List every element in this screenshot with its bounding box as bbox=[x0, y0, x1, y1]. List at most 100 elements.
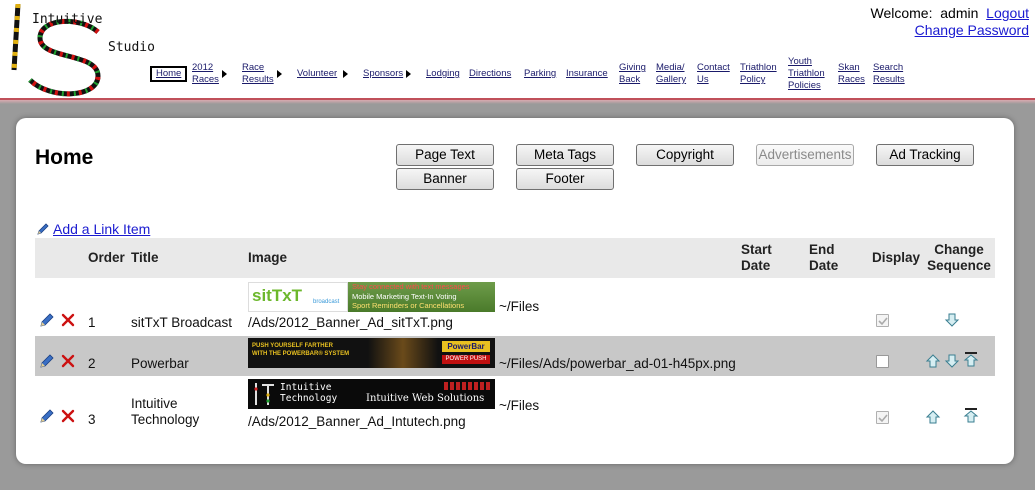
nav-sponsors-arrow-icon[interactable] bbox=[406, 70, 411, 78]
content-panel: Home Page Text Meta Tags Copyright Adver… bbox=[16, 118, 1014, 464]
intutech-name-line1: Intuitive bbox=[280, 382, 332, 393]
delete-x-icon[interactable] bbox=[60, 408, 76, 424]
banner-button[interactable]: Banner bbox=[396, 168, 494, 190]
nav-insurance[interactable]: Insurance bbox=[566, 68, 608, 80]
display-checkbox bbox=[876, 411, 889, 424]
col-change-sequence-line2: Sequence bbox=[927, 258, 991, 273]
nav-race-results[interactable]: Race Results bbox=[242, 62, 274, 86]
nav-youth-line1: Youth bbox=[788, 56, 812, 67]
nav-triathlon-policy-line1: Triathlon bbox=[740, 62, 777, 73]
add-link-item[interactable]: Add a Link Item bbox=[36, 221, 150, 237]
nav-home[interactable]: Home bbox=[150, 66, 188, 82]
welcome-block: Welcome: admin Logout Change Password bbox=[870, 5, 1029, 38]
nav-race-results-line2: Results bbox=[242, 74, 274, 85]
row-path: ~/Files/Ads/powerbar_ad-01-h45px.png bbox=[499, 356, 736, 371]
nav-directions[interactable]: Directions bbox=[469, 68, 511, 80]
row-path-part2: /Ads/2012_Banner_Ad_sitTxT.png bbox=[248, 315, 453, 330]
logout-link[interactable]: Logout bbox=[986, 5, 1029, 21]
add-link-label[interactable]: Add a Link Item bbox=[53, 221, 150, 237]
row-title-line1: Intuitive bbox=[131, 396, 178, 411]
powerbar-tagline-2: WITH THE POWERBAR® SYSTEM bbox=[252, 351, 350, 357]
move-up-arrow-icon[interactable] bbox=[925, 409, 941, 425]
move-to-top-arrow-icon[interactable] bbox=[963, 407, 979, 423]
table-row: 2 Powerbar PUSH YOURSELF FARTHER WITH TH… bbox=[35, 336, 995, 376]
sittxt-tagline-3: Sport Reminders or Cancellations bbox=[352, 301, 465, 310]
delete-x-icon[interactable] bbox=[60, 353, 76, 369]
nav-search-results-line1: Search bbox=[873, 62, 904, 73]
row-path-part2: /Ads/2012_Banner_Ad_Intutech.png bbox=[248, 414, 466, 429]
nav-sponsors[interactable]: Sponsors bbox=[363, 68, 403, 80]
col-title: Title bbox=[131, 250, 159, 265]
nav-media-gallery-line1: Media/ bbox=[656, 62, 685, 73]
edit-pencil-icon[interactable] bbox=[39, 408, 55, 424]
nav-search-results[interactable]: Search Results bbox=[873, 62, 905, 86]
copyright-button[interactable]: Copyright bbox=[636, 144, 734, 166]
col-change-sequence-line1: Change bbox=[934, 242, 984, 257]
logo-text-intuitive: Intuitive bbox=[32, 12, 103, 27]
nav-triathlon-policy[interactable]: Triathlon Policy bbox=[740, 62, 777, 86]
nav-triathlon-policy-line2: Policy bbox=[740, 74, 766, 85]
row-path-part1: ~/Files bbox=[499, 398, 540, 413]
nav-2012-races-line2: Races bbox=[192, 74, 219, 85]
intutech-logo-icon bbox=[254, 383, 274, 405]
move-down-arrow-icon[interactable] bbox=[944, 312, 960, 328]
sittxt-tagline-2: Mobile Marketing Text-In Voting bbox=[352, 291, 457, 301]
nav-lodging[interactable]: Lodging bbox=[426, 68, 460, 80]
pencil-icon bbox=[37, 223, 49, 235]
table-row: 1 sitTxT Broadcast sitTxT broadcast Stay… bbox=[35, 278, 995, 336]
nav-parking[interactable]: Parking bbox=[524, 68, 556, 80]
advertisements-button: Advertisements bbox=[756, 144, 854, 166]
intutech-name: Intuitive Technology bbox=[280, 382, 337, 404]
nav-skan-races-line1: Skan bbox=[838, 62, 860, 73]
powerbar-tagline-1: PUSH YOURSELF FARTHER bbox=[252, 343, 333, 349]
nav-contact-us[interactable]: Contact Us bbox=[697, 62, 730, 86]
username: admin bbox=[940, 5, 979, 21]
ad-banner-image: PUSH YOURSELF FARTHER WITH THE POWERBAR®… bbox=[248, 338, 495, 368]
delete-x-icon[interactable] bbox=[60, 312, 76, 328]
nav-youth-line3: Policies bbox=[788, 80, 821, 91]
nav-youth-triathlon-policies[interactable]: Youth Triathlon Policies bbox=[788, 56, 825, 92]
edit-pencil-icon[interactable] bbox=[39, 353, 55, 369]
nav-giving-back[interactable]: Giving Back bbox=[619, 62, 646, 86]
row-title: sitTxT Broadcast bbox=[131, 315, 233, 330]
powerbar-push-label: POWER PUSH bbox=[442, 355, 490, 364]
nav-media-gallery[interactable]: Media/Gallery bbox=[656, 62, 686, 86]
table-header: Order Title Image Start Date End Date Disp… bbox=[35, 238, 995, 278]
nav-contact-us-line1: Contact bbox=[697, 62, 730, 73]
col-start-date-line1: Start bbox=[741, 242, 772, 257]
col-start-date-line2: Date bbox=[741, 258, 771, 273]
nav-2012-races-line1: 2012 bbox=[192, 62, 214, 73]
nav-race-results-arrow-icon[interactable] bbox=[277, 70, 282, 78]
nav-volunteer-arrow-icon[interactable] bbox=[343, 70, 348, 78]
move-to-top-arrow-icon[interactable] bbox=[963, 351, 979, 367]
table-row: 3 Intuitive Technology Intuitive Technolo… bbox=[35, 376, 995, 434]
nav-search-results-line2: Results bbox=[873, 74, 905, 85]
page-title: Home bbox=[35, 146, 94, 169]
change-password-link[interactable]: Change Password bbox=[915, 22, 1029, 38]
nav-media-gallery-line2: Gallery bbox=[656, 74, 687, 85]
row-path-part1: ~/Files bbox=[499, 299, 540, 314]
logo-text-studio: Studio bbox=[108, 40, 155, 55]
move-up-arrow-icon[interactable] bbox=[925, 353, 941, 369]
sittxt-tagline-panel: Stay connected with text messages Mobile… bbox=[348, 282, 495, 312]
edit-pencil-icon[interactable] bbox=[39, 312, 55, 328]
nav-volunteer[interactable]: Volunteer bbox=[297, 68, 337, 80]
col-change-sequence: Change Sequence bbox=[926, 242, 992, 274]
site-header: Intuitive Studio Welcome: admin Logout C… bbox=[0, 0, 1035, 100]
nav-2012-races[interactable]: 2012 Races bbox=[192, 62, 219, 86]
move-down-arrow-icon[interactable] bbox=[944, 353, 960, 369]
ad-tracking-button[interactable]: Ad Tracking bbox=[876, 144, 974, 166]
nav-contact-us-line2: Us bbox=[697, 74, 709, 85]
nav-youth-line2: Triathlon bbox=[788, 68, 825, 79]
check-icon bbox=[878, 317, 888, 326]
nav-2012-races-arrow-icon[interactable] bbox=[222, 70, 227, 78]
sittxt-tagline-1: Stay connected with text messages bbox=[352, 282, 470, 291]
page-text-button[interactable]: Page Text bbox=[396, 144, 494, 166]
row-title: Intuitive Technology bbox=[131, 396, 199, 428]
footer-button[interactable]: Footer bbox=[516, 168, 614, 190]
nav-skan-races[interactable]: Skan Races bbox=[838, 62, 865, 86]
intutech-decor bbox=[444, 382, 490, 390]
row-title-line2: Technology bbox=[131, 412, 200, 427]
meta-tags-button[interactable]: Meta Tags bbox=[516, 144, 614, 166]
col-end-date: End Date bbox=[809, 242, 838, 274]
